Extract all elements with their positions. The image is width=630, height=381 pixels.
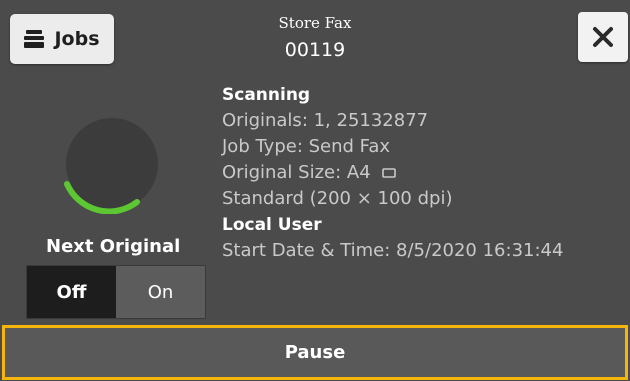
job-status-panel: Scanning Originals: 1, 25132877 Job Type… (222, 82, 563, 264)
user-name: Local User (222, 215, 322, 235)
paper-landscape-icon (382, 168, 397, 178)
close-button[interactable] (578, 12, 628, 62)
start-datetime: Start Date & Time: 8/5/2020 16:31:44 (222, 240, 564, 261)
next-original-label: Next Original (46, 236, 181, 257)
job-number: 00119 (284, 39, 346, 61)
next-original-toggle: Off On (26, 265, 206, 319)
resolution: Standard (200 × 100 dpi) (222, 188, 453, 209)
progress-ring-icon (64, 118, 158, 214)
pause-button[interactable]: Pause (2, 325, 628, 380)
original-size-row: Original Size: A4 (222, 160, 563, 186)
close-icon (593, 27, 613, 47)
original-size: Original Size: A4 (222, 162, 371, 183)
fax-job-screen: Jobs Store Fax 00119 Scanning Originals:… (0, 0, 630, 381)
next-original-off[interactable]: Off (27, 266, 116, 318)
job-name: Store Fax (278, 14, 352, 32)
job-type: Job Type: Send Fax (222, 136, 391, 157)
status-state: Scanning (222, 85, 311, 105)
next-original-on[interactable]: On (116, 266, 205, 318)
originals-count: Originals: 1, 25132877 (222, 110, 429, 131)
